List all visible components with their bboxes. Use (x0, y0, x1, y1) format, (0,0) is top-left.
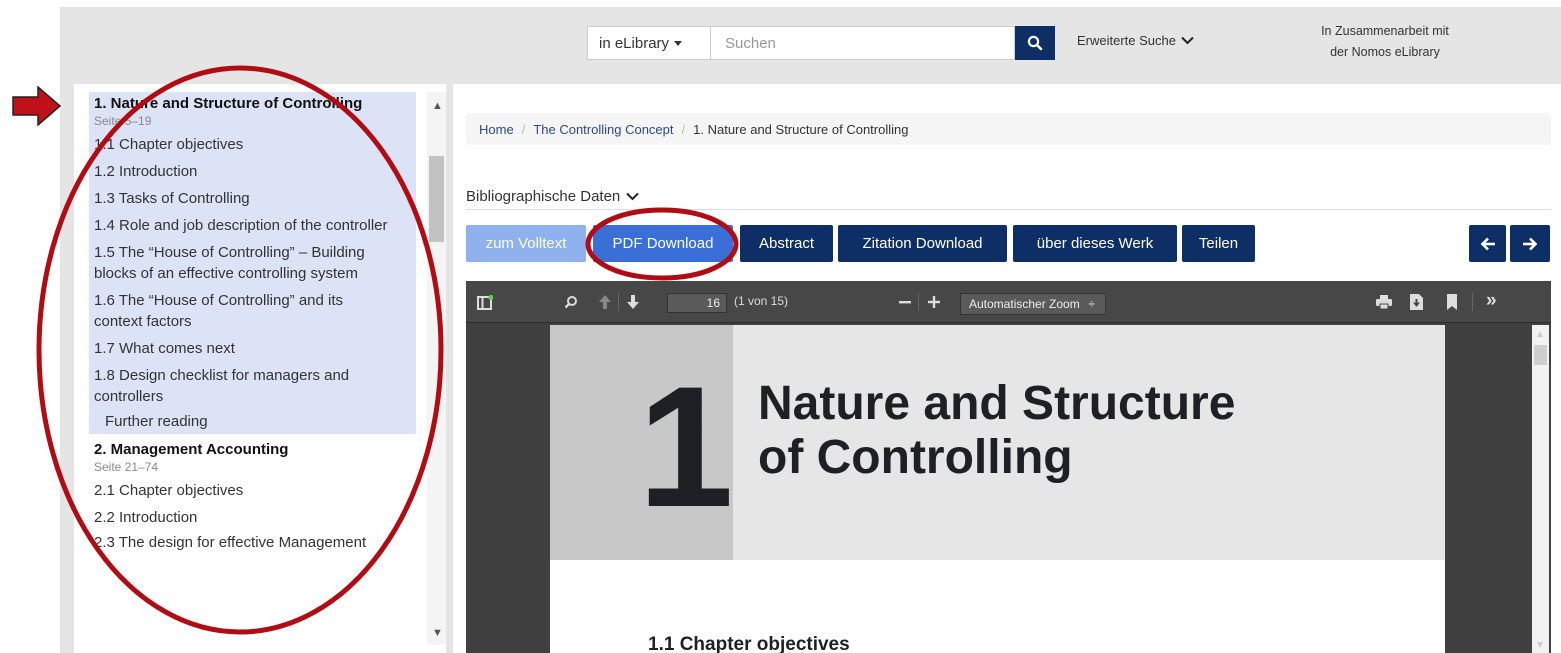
breadcrumb-home[interactable]: Home (479, 122, 514, 137)
pdf-scrollbar[interactable]: ▲ ▼ (1530, 325, 1551, 653)
pdf-page: 1 Nature and Structure of Controlling 1.… (550, 325, 1445, 653)
breadcrumb-separator: / (521, 121, 526, 137)
divider (1472, 293, 1473, 311)
zoom-select-value: Automatischer Zoom (969, 297, 1080, 311)
pdf-viewer: 16 (1 von 15) Automatischer Zoom ÷ » 1 N… (466, 281, 1551, 653)
pdf-scrollbar-thumb[interactable] (1534, 345, 1547, 365)
download-icon[interactable] (1410, 294, 1423, 310)
chapter-number: 1 (638, 351, 734, 543)
search-icon (1027, 35, 1043, 51)
divider (466, 209, 1551, 210)
arrow-right-icon (1523, 237, 1538, 250)
scroll-up-icon[interactable]: ▲ (432, 100, 443, 112)
breadcrumb-current: 1. Nature and Structure of Controlling (693, 121, 909, 137)
toc-chapter-title[interactable]: 1. Nature and Structure of Controlling (89, 92, 416, 114)
toc-item[interactable]: 2.1 Chapter objectives (89, 480, 429, 501)
toc-chapter-2: 2. Management Accounting Seite 21–74 2.1… (89, 438, 429, 553)
next-button[interactable] (1510, 225, 1550, 262)
search-bar: in eLibrary (587, 26, 1055, 60)
page-number-input[interactable]: 16 (667, 293, 727, 313)
sidebar-toggle-icon[interactable] (477, 295, 493, 311)
page-down-icon[interactable] (626, 294, 640, 310)
caret-down-icon (674, 40, 683, 46)
chapter-title-line-2: of Controlling (758, 431, 1073, 484)
toc-item[interactable]: 1.3 Tasks of Controlling (89, 188, 416, 209)
zoom-in-icon[interactable] (928, 296, 940, 308)
search-input[interactable] (710, 26, 1015, 60)
toc-chapter-pages: Seite 5–19 (94, 114, 152, 128)
toc-chapter-title[interactable]: 2. Management Accounting (89, 438, 429, 460)
toc-item[interactable]: 1.7 What comes next (89, 338, 416, 359)
toc-scrollbar-thumb[interactable] (429, 156, 444, 242)
bookmark-icon[interactable] (1447, 294, 1457, 310)
red-arrow-annotation (12, 86, 62, 126)
chapter-title: Nature and Structure of Controlling (758, 377, 1235, 485)
page-count: (1 von 15) (734, 294, 789, 308)
toc-chapter-pages: Seite 21–74 (94, 460, 159, 474)
search-button[interactable] (1015, 26, 1055, 60)
citation-download-button[interactable]: Zitation Download (838, 225, 1007, 262)
toc-chapter-1: 1. Nature and Structure of Controlling S… (89, 92, 416, 434)
bibliographic-data-toggle[interactable]: Bibliographische Daten (466, 188, 639, 205)
toc-scrollbar[interactable]: ▲ ▼ (427, 92, 446, 645)
breadcrumb-separator: / (681, 121, 686, 137)
chevron-down-icon (1181, 36, 1194, 45)
divider (918, 293, 919, 311)
page-up-icon[interactable] (598, 294, 612, 310)
advanced-search-label: Erweiterte Suche (1077, 33, 1176, 48)
scroll-up-icon[interactable]: ▲ (1535, 329, 1545, 340)
search-scope-label: in eLibrary (599, 34, 670, 52)
pdf-download-button[interactable]: PDF Download (593, 225, 733, 262)
toc-item[interactable]: 1.1 Chapter objectives (89, 134, 416, 155)
toc-item[interactable]: 2.2 Introduction (89, 507, 429, 528)
toc-item[interactable]: 1.2 Introduction (89, 161, 416, 182)
bibliographic-data-label: Bibliographische Daten (466, 188, 621, 205)
partner-note: In Zusammenarbeit mit der Nomos eLibrary (1285, 21, 1485, 63)
table-of-contents: 1. Nature and Structure of Controlling S… (89, 92, 429, 553)
breadcrumb-parent[interactable]: The Controlling Concept (533, 122, 673, 137)
advanced-search-toggle[interactable]: Erweiterte Suche (1077, 33, 1194, 48)
toc-item[interactable]: 1.6 The “House of Controlling” and its c… (89, 290, 389, 332)
select-arrows-icon: ÷ (1088, 297, 1095, 311)
scroll-down-icon[interactable]: ▼ (1535, 640, 1545, 651)
partner-line-2[interactable]: der Nomos eLibrary (1285, 42, 1485, 63)
arrow-left-icon (1480, 237, 1495, 250)
toc-item[interactable]: 1.4 Role and job description of the cont… (89, 215, 389, 236)
about-work-button[interactable]: über dieses Werk (1013, 225, 1177, 262)
scroll-down-icon[interactable]: ▼ (432, 627, 443, 639)
more-tools-icon[interactable]: » (1486, 290, 1497, 312)
pdf-scrollbar-track[interactable] (1532, 325, 1549, 653)
previous-button[interactable] (1469, 225, 1506, 262)
full-text-button[interactable]: zum Volltext (466, 225, 586, 262)
chevron-down-icon (626, 192, 639, 201)
pdf-toolbar: 16 (1 von 15) Automatischer Zoom ÷ » (466, 281, 1551, 323)
section-heading: 1.1 Chapter objectives (648, 634, 850, 653)
chapter-title-line-1: Nature and Structure (758, 377, 1236, 430)
zoom-out-icon[interactable] (899, 301, 911, 305)
share-button[interactable]: Teilen (1182, 225, 1255, 262)
toc-item[interactable]: 2.3 The design for effective Management (89, 532, 429, 553)
find-icon[interactable] (564, 295, 578, 309)
toc-item[interactable]: 1.8 Design checklist for managers and co… (89, 365, 394, 407)
partner-line-1: In Zusammenarbeit mit (1321, 24, 1449, 38)
toc-item[interactable]: 1.5 The “House of Controlling” – Buildin… (89, 242, 411, 284)
abstract-button[interactable]: Abstract (740, 225, 833, 262)
divider (618, 293, 619, 311)
print-icon[interactable] (1376, 295, 1392, 309)
breadcrumb: Home / The Controlling Concept / 1. Natu… (466, 113, 1551, 145)
zoom-select[interactable]: Automatischer Zoom ÷ (960, 293, 1106, 315)
search-scope-dropdown[interactable]: in eLibrary (587, 26, 710, 60)
toc-item-further-reading[interactable]: Further reading (89, 411, 416, 432)
